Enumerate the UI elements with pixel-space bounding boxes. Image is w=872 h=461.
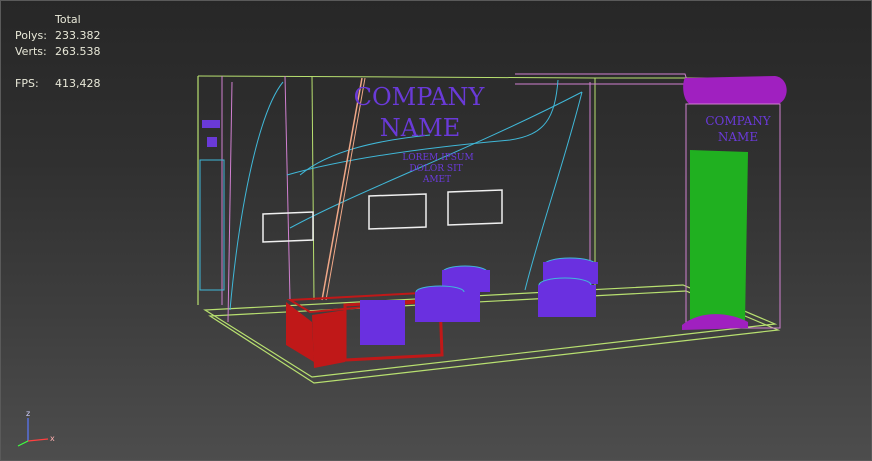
wall-subtitle-line3: AMET	[422, 175, 451, 185]
company-totem[interactable]: COMPANY NAME	[682, 76, 787, 330]
wall-company-logo: COMPANY NAME LOREM IPSUM DOLOR SIT AMET	[354, 83, 486, 185]
wall-subtitle-line2: DOLOR SIT	[409, 164, 462, 174]
totem-name-text: NAME	[718, 130, 758, 144]
wall-company-text: COMPANY	[354, 83, 486, 111]
totem-company-text: COMPANY	[705, 114, 771, 128]
wall-name-text: NAME	[380, 114, 460, 142]
lounge-furniture[interactable]	[360, 257, 598, 345]
axis-gizmo: z x	[17, 409, 55, 447]
wall-subtitle-line1: LOREM IPSUM	[402, 153, 473, 163]
axis-x-label: x	[50, 434, 55, 443]
axis-z-label: z	[26, 409, 30, 418]
wall-screens[interactable]	[262, 189, 503, 243]
viewport-scene[interactable]: COMPANY NAME LOREM IPSUM DOLOR SIT AMET …	[0, 0, 872, 461]
